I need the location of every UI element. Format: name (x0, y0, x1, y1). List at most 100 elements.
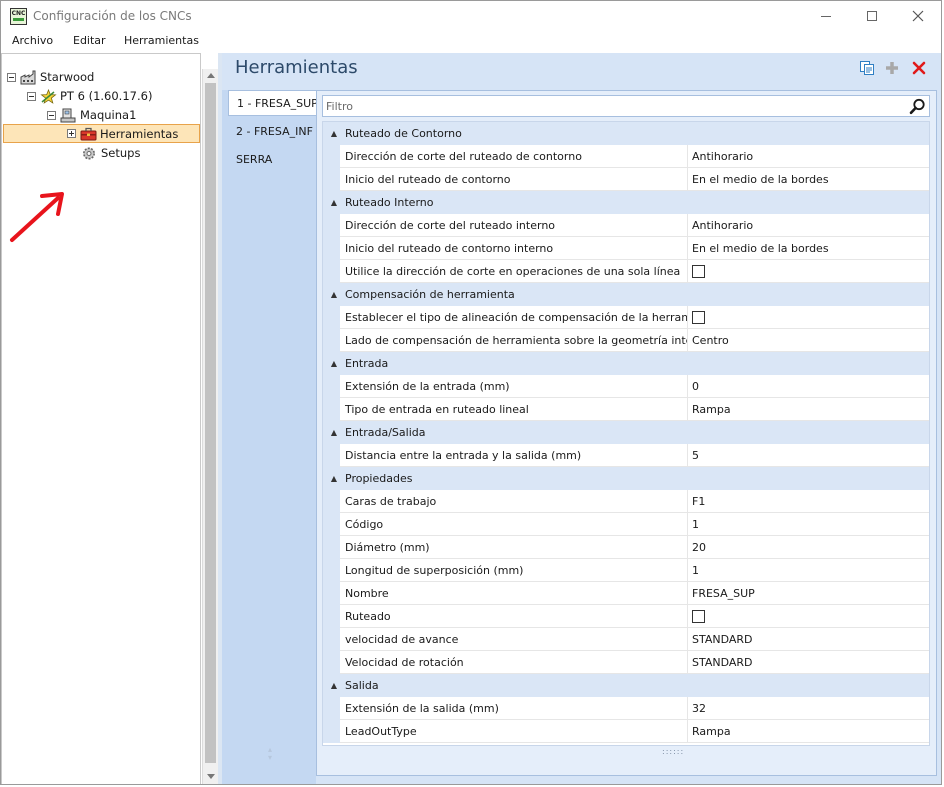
resize-grip-icon[interactable]: :::::: (662, 748, 692, 756)
close-button[interactable] (895, 1, 941, 31)
filter-input[interactable] (326, 98, 896, 114)
property-value[interactable]: En el medio de la bordes (688, 168, 929, 191)
property-value[interactable]: Rampa (688, 720, 929, 743)
minimize-icon (821, 15, 831, 17)
collapse-icon[interactable] (7, 72, 16, 82)
collapse-icon[interactable] (47, 110, 56, 120)
collapse-arrow-icon[interactable]: ▲ (323, 428, 345, 437)
tree-item-herramientas[interactable]: Herramientas (3, 124, 200, 143)
property-row[interactable]: Distancia entre la entrada y la salida (… (323, 444, 929, 467)
tab-3[interactable]: SERRA (228, 146, 316, 172)
row-gutter (323, 306, 340, 329)
tree-item-starwood[interactable]: Starwood (7, 68, 94, 86)
category-header[interactable]: ▲ Ruteado de Contorno (323, 122, 929, 145)
maximize-button[interactable] (849, 1, 895, 31)
property-row[interactable]: Establecer el tipo de alineación de comp… (323, 306, 929, 329)
collapse-arrow-icon[interactable]: ▲ (323, 129, 345, 138)
property-value[interactable]: Antihorario (688, 145, 929, 168)
category-header[interactable]: ▲ Salida (323, 674, 929, 697)
property-checkbox[interactable] (692, 609, 705, 623)
delete-icon[interactable] (911, 60, 927, 76)
row-gutter (323, 559, 340, 582)
property-value[interactable]: 1 (688, 513, 929, 536)
collapse-arrow-icon[interactable]: ▲ (323, 359, 345, 368)
tab-1[interactable]: 1 - FRESA_SUP (228, 90, 318, 116)
tab-2[interactable]: 2 - FRESA_INF (228, 118, 316, 144)
property-value-cell (688, 306, 929, 329)
collapse-arrow-icon[interactable]: ▲ (323, 198, 345, 207)
property-row[interactable]: Diámetro (mm) 20 (323, 536, 929, 559)
property-value[interactable]: STANDARD (688, 628, 929, 651)
property-checkbox[interactable] (692, 264, 705, 278)
expand-icon[interactable] (67, 129, 76, 138)
category-header[interactable]: ▲ Entrada (323, 352, 929, 375)
property-row[interactable]: Ruteado (323, 605, 929, 628)
property-value[interactable]: 1 (688, 559, 929, 582)
minimize-button[interactable] (803, 1, 849, 31)
collapse-icon[interactable] (27, 91, 36, 101)
filter-box[interactable] (322, 95, 930, 117)
menu-editar[interactable]: Editar (73, 34, 106, 47)
property-row[interactable]: Caras de trabajo F1 (323, 490, 929, 513)
add-icon[interactable] (884, 60, 900, 76)
menu-archivo[interactable]: Archivo (12, 34, 53, 47)
property-row[interactable]: Dirección de corte del ruteado de contor… (323, 145, 929, 168)
property-row[interactable]: Nombre FRESA_SUP (323, 582, 929, 605)
menu-herramientas[interactable]: Herramientas (124, 34, 199, 47)
property-value[interactable]: 0 (688, 375, 929, 398)
property-row[interactable]: Velocidad de rotación STANDARD (323, 651, 929, 674)
scroll-up-icon[interactable] (207, 73, 215, 78)
property-name: velocidad de avance (340, 628, 688, 651)
copy-icon[interactable] (859, 60, 875, 76)
property-checkbox[interactable] (692, 310, 705, 324)
tree-scrollbar[interactable] (202, 69, 218, 784)
tree-label-herramientas: Herramientas (100, 126, 179, 141)
property-value[interactable]: STANDARD (688, 651, 929, 674)
property-row[interactable]: Utilice la dirección de corte en operaci… (323, 260, 929, 283)
property-value[interactable]: Rampa (688, 398, 929, 421)
property-value[interactable]: F1 (688, 490, 929, 513)
property-row[interactable]: Extensión de la salida (mm) 32 (323, 697, 929, 720)
scroll-thumb[interactable] (205, 83, 216, 763)
property-row[interactable]: Extensión de la entrada (mm) 0 (323, 375, 929, 398)
tree-item-setups[interactable]: Setups (81, 144, 140, 162)
collapse-arrow-icon[interactable]: ▲ (323, 681, 345, 690)
property-value[interactable]: Antihorario (688, 214, 929, 237)
property-value[interactable]: FRESA_SUP (688, 582, 929, 605)
property-value[interactable]: 20 (688, 536, 929, 559)
property-value[interactable]: 5 (688, 444, 929, 467)
nav-grip-icon: ▴ ▾ (267, 745, 272, 762)
tree-item-pt6[interactable]: PT 6 (1.60.17.6) (27, 87, 152, 105)
row-gutter (323, 651, 340, 674)
category-header[interactable]: ▲ Compensación de herramienta (323, 283, 929, 306)
property-name: Lado de compensación de herramienta sobr… (340, 329, 688, 352)
property-row[interactable]: Tipo de entrada en ruteado lineal Rampa (323, 398, 929, 421)
property-row[interactable]: Inicio del ruteado de contorno En el medi… (323, 168, 929, 191)
property-row[interactable]: Código 1 (323, 513, 929, 536)
property-row[interactable]: LeadOutType Rampa (323, 720, 929, 743)
search-icon[interactable] (909, 98, 926, 115)
close-icon (912, 10, 924, 22)
row-gutter (323, 329, 340, 352)
property-name: Código (340, 513, 688, 536)
property-value[interactable]: En el medio de la bordes (688, 237, 929, 260)
property-row[interactable]: Inicio del ruteado de contorno interno En… (323, 237, 929, 260)
property-value[interactable]: 32 (688, 697, 929, 720)
property-name: Diámetro (mm) (340, 536, 688, 559)
category-header[interactable]: ▲ Propiedades (323, 467, 929, 490)
property-name: LeadOutType (340, 720, 688, 743)
property-name: Extensión de la entrada (mm) (340, 375, 688, 398)
tree-item-maquina[interactable]: Maquina1 (47, 106, 136, 124)
property-row[interactable]: Longitud de superposición (mm) 1 (323, 559, 929, 582)
scroll-down-icon[interactable] (207, 774, 215, 779)
category-header[interactable]: ▲ Entrada/Salida (323, 421, 929, 444)
collapse-arrow-icon[interactable]: ▲ (323, 290, 345, 299)
category-header[interactable]: ▲ Ruteado Interno (323, 191, 929, 214)
property-value[interactable]: Centro (688, 329, 929, 352)
property-row[interactable]: Lado de compensación de herramienta sobr… (323, 329, 929, 352)
collapse-arrow-icon[interactable]: ▲ (323, 474, 345, 483)
property-row[interactable]: Dirección de corte del ruteado interno An… (323, 214, 929, 237)
properties-panel: ▲Ruteado de ContornoDirección de corte d… (316, 90, 937, 776)
property-row[interactable]: velocidad de avance STANDARD (323, 628, 929, 651)
app-icon-text: CNC (11, 10, 26, 17)
